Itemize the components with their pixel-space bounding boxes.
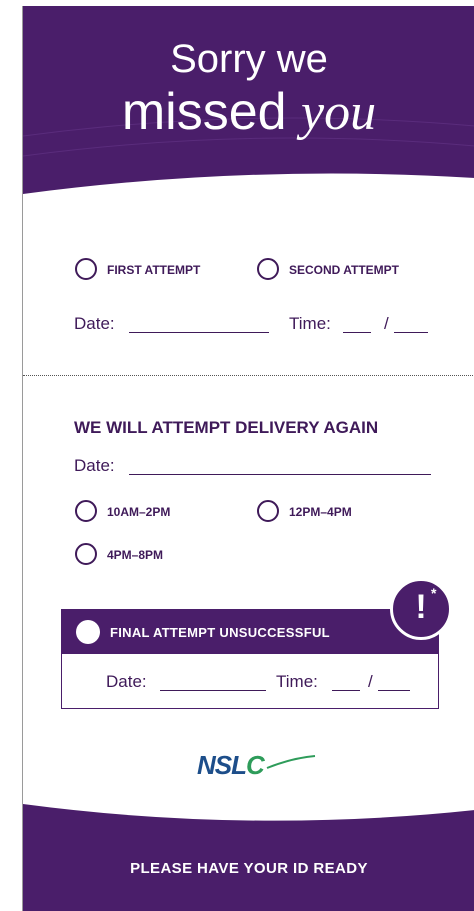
second-attempt-radio[interactable]	[257, 258, 279, 280]
footer-background	[23, 804, 474, 911]
second-attempt-label: SECOND ATTEMPT	[289, 263, 399, 277]
final-attempt-radio[interactable]	[76, 620, 100, 644]
final-time-separator: /	[368, 672, 373, 691]
footer-text: PLEASE HAVE YOUR ID READY	[130, 860, 368, 877]
alert-icon: ! *	[390, 578, 452, 640]
header-banner: Sorry we missed you	[23, 6, 474, 206]
delivery-notice-card: Sorry we missed you FIRST ATTEMPT SECOND…	[22, 6, 474, 911]
nslc-logo: NSLC	[197, 750, 317, 790]
title-word-missed: missed	[121, 83, 287, 141]
alert-asterisk: *	[431, 585, 437, 601]
first-date-label: Date:	[74, 314, 115, 333]
final-time-minute-field[interactable]	[378, 690, 410, 691]
title-line-2: missed you	[23, 84, 474, 141]
final-date-label: Date:	[106, 672, 147, 691]
perforation-line	[23, 375, 474, 376]
first-time-minute-field[interactable]	[394, 332, 428, 333]
title-word-you: you	[301, 84, 377, 141]
slot-12pm-4pm-radio[interactable]	[257, 500, 279, 522]
first-attempt-label: FIRST ATTEMPT	[107, 263, 201, 277]
final-time-hour-field[interactable]	[332, 690, 360, 691]
final-time-label: Time:	[276, 672, 318, 691]
redelivery-date-label: Date:	[74, 456, 115, 475]
redelivery-heading: WE WILL ATTEMPT DELIVERY AGAIN	[74, 418, 379, 437]
redelivery-date-field[interactable]	[129, 474, 431, 475]
slot-4pm-8pm-radio[interactable]	[75, 543, 97, 565]
first-attempt-radio[interactable]	[75, 258, 97, 280]
slot-10am-2pm-label: 10AM–2PM	[107, 505, 171, 519]
final-attempt-box: FINAL ATTEMPT UNSUCCESSFUL Date: Time: /	[61, 609, 439, 709]
final-attempt-bar: FINAL ATTEMPT UNSUCCESSFUL	[62, 610, 438, 654]
title-line-1: Sorry we	[170, 37, 328, 81]
logo-swoosh	[266, 755, 316, 769]
alert-exclamation: !	[415, 588, 427, 626]
slot-10am-2pm-radio[interactable]	[75, 500, 97, 522]
final-attempt-label: FINAL ATTEMPT UNSUCCESSFUL	[110, 625, 330, 640]
first-time-hour-field[interactable]	[343, 332, 371, 333]
first-date-field[interactable]	[129, 332, 269, 333]
footer-banner: PLEASE HAVE YOUR ID READY	[23, 796, 474, 911]
first-time-label: Time:	[289, 314, 331, 333]
first-time-separator: /	[384, 314, 389, 333]
slot-12pm-4pm-label: 12PM–4PM	[289, 505, 352, 519]
slot-4pm-8pm-label: 4PM–8PM	[107, 548, 164, 562]
final-date-field[interactable]	[160, 690, 266, 691]
